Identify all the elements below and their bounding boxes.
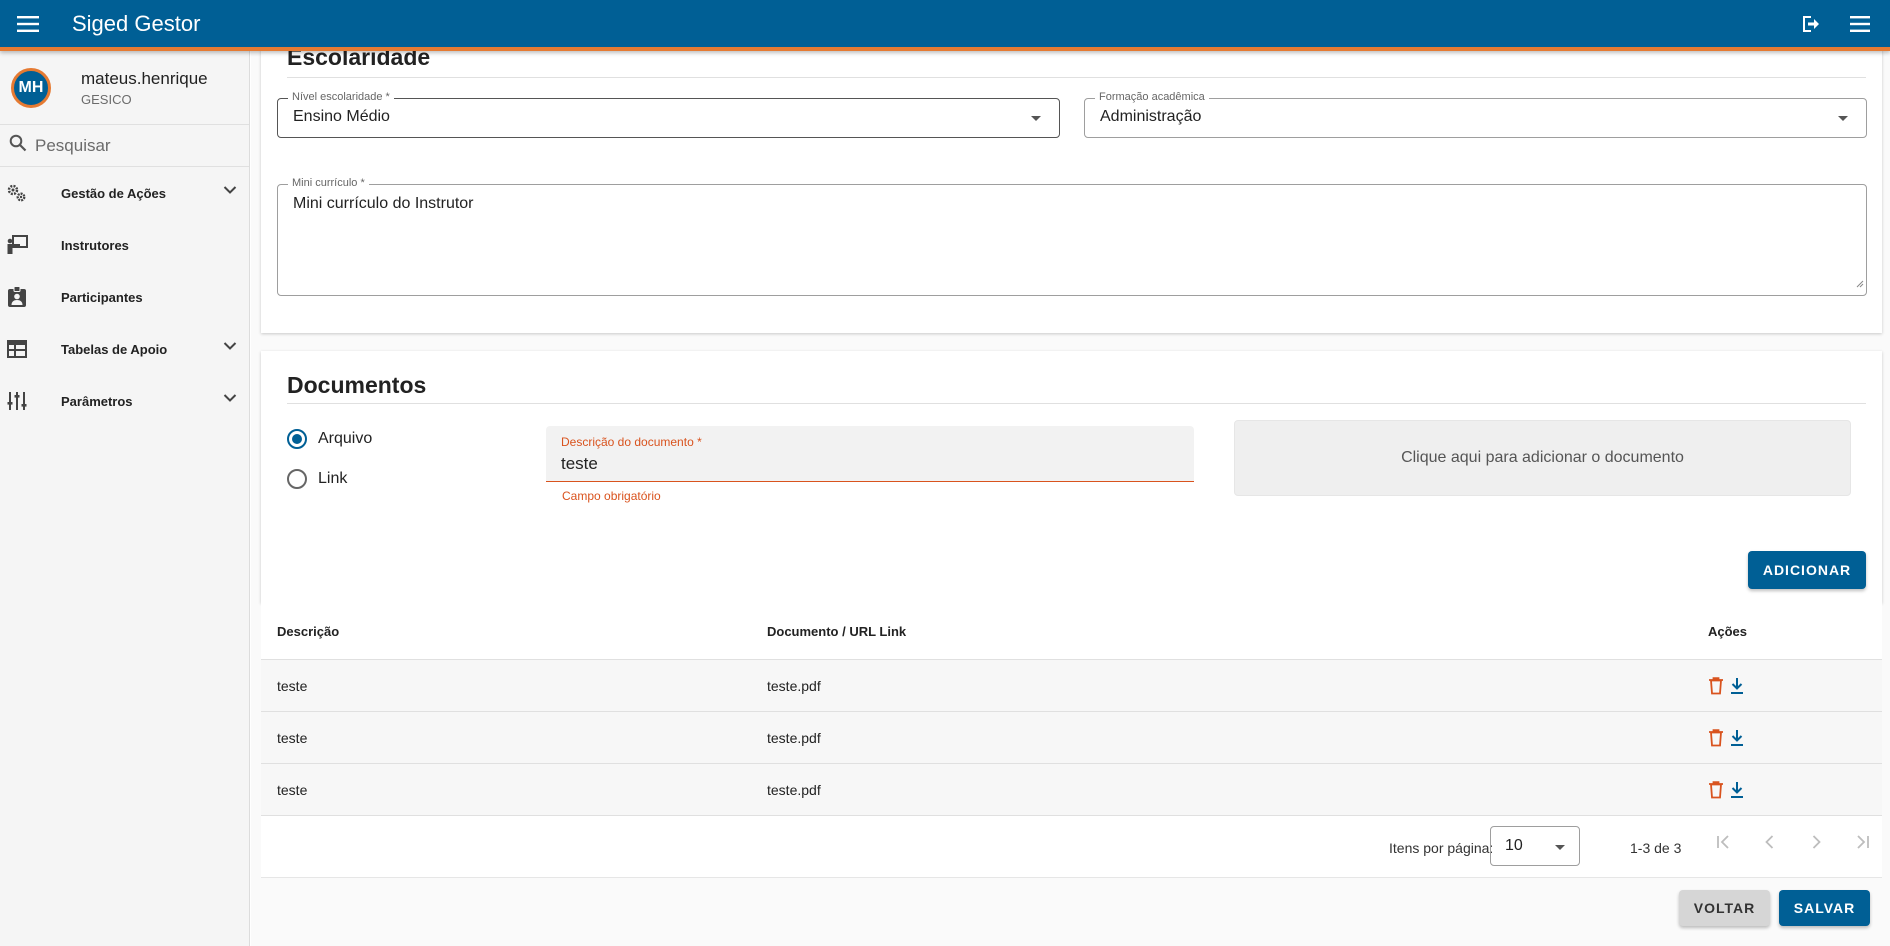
items-per-page-label: Itens por página:: [1389, 840, 1494, 856]
cell-documento: teste.pdf: [767, 781, 821, 798]
delete-icon[interactable]: [1708, 676, 1724, 695]
field-value: Administração: [1100, 108, 1202, 125]
user-org: GESICO: [81, 91, 132, 107]
download-icon[interactable]: [1729, 677, 1745, 695]
radio-label: Link: [318, 470, 348, 487]
dropdown-arrow-icon: [1031, 116, 1041, 121]
adicionar-button[interactable]: ADICIONAR: [1748, 551, 1866, 589]
chevron-down-icon: [223, 338, 237, 356]
cell-descricao: teste: [277, 677, 308, 694]
sidebar-item-tabelas-de-apoio[interactable]: Tabelas de Apoio: [0, 323, 249, 375]
menu-icon[interactable]: [6, 2, 50, 46]
dropdown-arrow-icon: [1838, 116, 1848, 121]
logout-icon[interactable]: [1792, 4, 1832, 44]
field-label: Nível escolaridade *: [288, 91, 394, 103]
sidebar-item-label: Parâmetros: [61, 393, 133, 409]
tune-icon: [6, 390, 28, 412]
column-header-documento[interactable]: Documento / URL Link: [767, 624, 906, 639]
radio-label: Arquivo: [318, 430, 373, 447]
sidebar-item-participantes[interactable]: Participantes: [0, 271, 249, 323]
search-input[interactable]: [35, 135, 235, 156]
field-label: Mini currículo *: [288, 177, 369, 189]
app-title: Siged Gestor: [72, 10, 201, 36]
mini-curriculo-textarea[interactable]: Mini currículo * Mini currículo do Instr…: [277, 177, 1867, 296]
cell-descricao: teste: [277, 729, 308, 746]
chevron-down-icon: [223, 390, 237, 408]
badge-icon: [6, 286, 28, 308]
field-value: Mini currículo do Instrutor: [293, 195, 474, 212]
download-icon[interactable]: [1729, 781, 1745, 799]
document-upload-dropzone[interactable]: Clique aqui para adicionar o documento: [1234, 420, 1851, 496]
sidebar-item-label: Tabelas de Apoio: [61, 341, 168, 357]
table-header-row: Descrição Documento / URL Link Ações: [261, 603, 1882, 660]
sidebar-item-parametros[interactable]: Parâmetros: [0, 375, 249, 427]
user-name: mateus.henrique: [81, 68, 208, 88]
section-title-documentos: Documentos: [287, 372, 427, 398]
page-size-select[interactable]: 10: [1490, 826, 1580, 866]
divider: [287, 77, 1866, 78]
field-label: Formação acadêmica: [1095, 91, 1209, 103]
sidebar-item-label: Gestão de Ações: [61, 185, 167, 201]
documents-table: Descrição Documento / URL Link Ações tes…: [261, 603, 1882, 816]
presenter-icon: [6, 234, 28, 256]
sidebar-item-gestao-de-acoes[interactable]: Gestão de Ações: [0, 167, 249, 219]
first-page-icon[interactable]: [1716, 834, 1732, 850]
dropdown-arrow-icon: [1555, 845, 1565, 850]
search-icon: [9, 134, 27, 157]
paginator: Itens por página: 10 1-3 de 3: [261, 816, 1882, 878]
voltar-button[interactable]: VOLTAR: [1679, 890, 1770, 926]
table-row: teste teste.pdf: [261, 712, 1882, 764]
delete-icon[interactable]: [1708, 728, 1724, 747]
field-value: Ensino Médio: [293, 108, 390, 125]
radio-arquivo[interactable]: Arquivo: [287, 429, 372, 449]
sidebar: MH mateus.henrique GESICO Gestão de Açõe…: [0, 51, 250, 946]
next-page-icon[interactable]: [1808, 834, 1824, 850]
table-row: teste teste.pdf: [261, 764, 1882, 816]
download-icon[interactable]: [1729, 729, 1745, 747]
radio-circle: [287, 429, 307, 449]
sidebar-item-label: Participantes: [61, 289, 143, 305]
documentos-card: Documentos Arquivo Link Descrição do doc…: [261, 351, 1882, 603]
field-label: Descrição do documento *: [561, 435, 702, 449]
cell-descricao: teste: [277, 781, 308, 798]
descricao-documento-input[interactable]: Descrição do documento * teste: [546, 426, 1194, 482]
cell-documento: teste.pdf: [767, 677, 821, 694]
table-icon: [6, 338, 28, 360]
chevron-down-icon: [223, 182, 237, 200]
radio-link[interactable]: Link: [287, 469, 347, 489]
user-profile: MH mateus.henrique GESICO: [0, 51, 249, 125]
column-header-descricao[interactable]: Descrição: [277, 624, 339, 639]
divider: [287, 403, 1866, 404]
resize-handle-icon[interactable]: [1856, 275, 1864, 293]
previous-page-icon[interactable]: [1762, 834, 1778, 850]
nivel-escolaridade-select[interactable]: Nível escolaridade * Ensino Médio: [277, 91, 1060, 138]
delete-icon[interactable]: [1708, 780, 1724, 799]
column-header-acoes: Ações: [1708, 623, 1748, 639]
field-value: teste: [561, 454, 598, 473]
cell-documento: teste.pdf: [767, 729, 821, 746]
last-page-icon[interactable]: [1854, 834, 1870, 850]
top-app-bar: Siged Gestor: [0, 0, 1890, 51]
table-row: teste teste.pdf: [261, 660, 1882, 712]
avatar[interactable]: MH: [11, 67, 51, 108]
main-content: Escolaridade Nível escolaridade * Ensino…: [251, 0, 1890, 946]
sidebar-item-label: Instrutores: [61, 237, 129, 253]
gears-icon: [6, 182, 28, 204]
formacao-academica-select[interactable]: Formação acadêmica Administração: [1084, 91, 1867, 138]
field-error-message: Campo obrigatório: [562, 489, 661, 503]
page-range-label: 1-3 de 3: [1630, 840, 1682, 856]
salvar-button[interactable]: SALVAR: [1779, 890, 1870, 926]
page-size-value: 10: [1505, 837, 1523, 854]
sidebar-search: [0, 125, 249, 167]
sidebar-item-instrutores[interactable]: Instrutores: [0, 219, 249, 271]
radio-circle: [287, 469, 307, 489]
more-menu-icon[interactable]: [1840, 4, 1880, 44]
